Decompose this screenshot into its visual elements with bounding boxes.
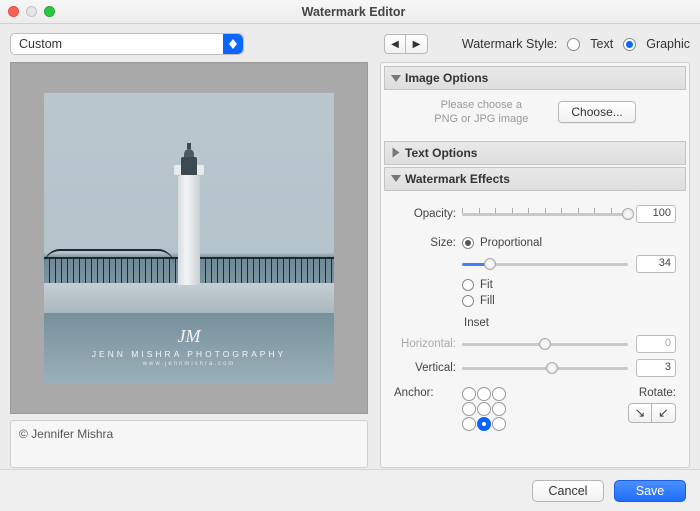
rotate-ccw-button[interactable]: ↘ [628, 403, 652, 423]
preset-select[interactable]: Custom [10, 33, 244, 55]
size-fit-label: Fit [480, 279, 493, 291]
vertical-value[interactable]: 3 [636, 359, 676, 377]
anchor-bottom-center[interactable] [477, 417, 491, 431]
watermark-effects-header[interactable]: Watermark Effects [384, 167, 686, 191]
watermark-line2: www.jennmishra.com [44, 361, 334, 367]
anchor-top-left[interactable] [462, 387, 476, 401]
size-label: Size: [394, 237, 462, 249]
anchor-grid [462, 387, 506, 431]
size-proportional-label: Proportional [480, 237, 542, 249]
preview-image: JM JENN MISHRA PHOTOGRAPHY www.jennmishr… [44, 93, 334, 383]
choose-image-button[interactable]: Choose... [558, 101, 635, 123]
opacity-value[interactable]: 100 [636, 205, 676, 223]
image-options-title: Image Options [405, 71, 488, 85]
vertical-slider[interactable] [462, 360, 628, 376]
style-label: Watermark Style: [462, 37, 557, 51]
opacity-label: Opacity: [394, 208, 462, 220]
anchor-middle-left[interactable] [462, 402, 476, 416]
rotate-cw-button[interactable]: ↙ [652, 403, 676, 423]
preset-selected: Custom [11, 37, 62, 51]
cancel-button[interactable]: Cancel [532, 480, 604, 502]
anchor-middle-center[interactable] [477, 402, 491, 416]
style-text-radio[interactable] [567, 38, 580, 51]
style-text-label: Text [590, 37, 613, 51]
dialog-footer: Cancel Save [0, 469, 700, 511]
size-slider[interactable] [462, 256, 628, 272]
select-arrows-icon [223, 34, 243, 54]
anchor-bottom-left[interactable] [462, 417, 476, 431]
watermark-monogram: JM [44, 326, 334, 347]
vertical-label: Vertical: [394, 362, 462, 374]
disclosure-triangle-icon [391, 75, 401, 82]
size-fill-label: Fill [480, 295, 495, 307]
horizontal-value: 0 [636, 335, 676, 353]
next-preset-button[interactable]: ▶ [406, 34, 428, 54]
size-fill-radio[interactable] [462, 295, 474, 307]
horizontal-slider [462, 336, 628, 352]
rotate-label: Rotate: [628, 387, 676, 399]
watermark-line1: JENN MISHRA PHOTOGRAPHY [44, 349, 334, 359]
style-graphic-label: Graphic [646, 37, 690, 51]
options-panel: Image Options Please choose a PNG or JPG… [380, 62, 690, 468]
text-options-title: Text Options [405, 146, 477, 160]
anchor-top-center[interactable] [477, 387, 491, 401]
preview-area: JM JENN MISHRA PHOTOGRAPHY www.jennmishr… [10, 62, 368, 414]
opacity-slider[interactable] [462, 206, 628, 222]
disclosure-triangle-icon [391, 175, 401, 182]
inset-label: Inset [464, 317, 676, 329]
prev-preset-button[interactable]: ◀ [384, 34, 406, 54]
titlebar: Watermark Editor [0, 0, 700, 24]
size-fit-radio[interactable] [462, 279, 474, 291]
save-button[interactable]: Save [614, 480, 686, 502]
image-options-header[interactable]: Image Options [384, 66, 686, 90]
text-options-header[interactable]: Text Options [384, 141, 686, 165]
style-graphic-radio[interactable] [623, 38, 636, 51]
size-value[interactable]: 34 [636, 255, 676, 273]
watermark-effects-title: Watermark Effects [405, 172, 510, 186]
disclosure-triangle-icon [393, 148, 400, 158]
watermark-overlay: JM JENN MISHRA PHOTOGRAPHY www.jennmishr… [44, 326, 334, 367]
anchor-label: Anchor: [394, 387, 462, 399]
size-proportional-radio[interactable] [462, 237, 474, 249]
copyright-field[interactable]: © Jennifer Mishra [10, 420, 368, 468]
image-hint: Please choose a PNG or JPG image [434, 98, 528, 127]
anchor-bottom-right[interactable] [492, 417, 506, 431]
anchor-middle-right[interactable] [492, 402, 506, 416]
anchor-top-right[interactable] [492, 387, 506, 401]
horizontal-label: Horizontal: [394, 338, 462, 350]
window-title: Watermark Editor [15, 5, 692, 19]
